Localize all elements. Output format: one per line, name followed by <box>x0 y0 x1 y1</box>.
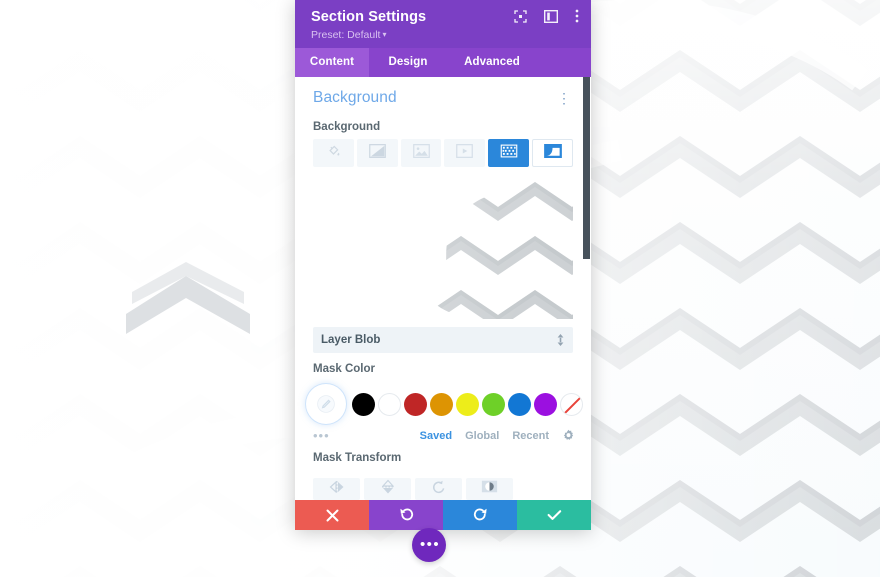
swatch-purple[interactable] <box>534 392 557 416</box>
chevron-blob-left <box>126 262 250 334</box>
tab-advanced[interactable]: Advanced <box>447 48 537 77</box>
palette-toolbar: ••• Saved Global Recent <box>295 421 591 442</box>
more-colors-icon[interactable]: ••• <box>313 429 330 442</box>
gear-icon[interactable] <box>562 429 575 442</box>
eyedropper-icon <box>317 395 335 413</box>
background-color-button[interactable] <box>313 139 354 167</box>
mask-shape-select-row: Layer Blob <box>313 327 573 353</box>
tab-content[interactable]: Content <box>295 48 369 77</box>
redo-icon <box>473 508 487 521</box>
mask-shape-value: Layer Blob <box>321 334 381 346</box>
background-color-icon <box>326 143 341 163</box>
background-pattern-button[interactable] <box>488 139 530 167</box>
palette-tab-saved[interactable]: Saved <box>420 430 452 442</box>
modal-body: Background ⋮ Background Layer Blob Mask … <box>295 77 591 500</box>
mask-preview-graphic <box>313 179 573 319</box>
undo-button[interactable] <box>369 500 443 530</box>
redo-button[interactable] <box>443 500 517 530</box>
swatch-none[interactable] <box>560 392 583 416</box>
background-video-button[interactable] <box>444 139 486 167</box>
swatch-red[interactable] <box>404 392 427 416</box>
save-button[interactable] <box>517 500 591 530</box>
color-picker-eyedropper-button[interactable] <box>309 387 343 421</box>
swatch-white[interactable] <box>378 392 401 416</box>
section-title: Background <box>313 89 397 106</box>
modal-header: Section Settings Preset: Default ▾ <box>295 0 591 48</box>
flip-horizontal-icon <box>329 480 345 498</box>
modal-footer <box>295 500 591 530</box>
background-type-row <box>295 139 591 167</box>
header-icon-group <box>514 9 579 23</box>
section-settings-modal: Section Settings Preset: Default ▾ Conte… <box>295 0 591 530</box>
modal-tabs: Content Design Advanced <box>295 48 591 77</box>
mask-transform-row <box>295 470 591 500</box>
background-gradient-button[interactable] <box>356 139 398 167</box>
tab-design[interactable]: Design <box>369 48 447 77</box>
settings-scroll-area: Background ⋮ Background Layer Blob Mask … <box>295 77 591 500</box>
ellipsis-icon: ••• <box>420 536 440 553</box>
page-root: Section Settings Preset: Default ▾ Conte… <box>0 0 880 577</box>
invert-icon <box>481 480 498 498</box>
chevron-down-icon: ▾ <box>382 30 387 40</box>
flip-vertical-icon <box>381 479 394 500</box>
mask-shape-select[interactable]: Layer Blob <box>313 327 573 353</box>
mask-preview <box>313 179 573 319</box>
layout-panel-icon[interactable] <box>543 9 559 23</box>
background-pattern-icon <box>499 143 518 163</box>
preset-selector[interactable]: Preset: Default ▾ <box>311 28 575 42</box>
floating-settings-button[interactable]: ••• <box>412 528 446 562</box>
preset-label: Preset: Default <box>311 29 381 41</box>
kebab-menu-icon[interactable] <box>575 9 579 23</box>
background-gradient-icon <box>368 143 386 163</box>
swatch-green[interactable] <box>482 392 505 416</box>
mask-color-label: Mask Color <box>313 363 375 375</box>
palette-tab-global[interactable]: Global <box>465 430 499 442</box>
swatch-yellow[interactable] <box>456 392 479 416</box>
rotate-button[interactable] <box>415 478 462 500</box>
undo-icon <box>399 508 413 521</box>
swatch-black[interactable] <box>352 392 375 416</box>
check-icon <box>547 510 561 520</box>
background-section-header: Background ⋮ <box>295 77 591 111</box>
panel-scrollbar-thumb[interactable] <box>583 77 590 259</box>
swatch-orange[interactable] <box>430 392 453 416</box>
fullscreen-icon[interactable] <box>514 9 527 23</box>
flip-vertical-button[interactable] <box>364 478 411 500</box>
background-mask-icon <box>543 143 562 163</box>
palette-tab-recent[interactable]: Recent <box>512 430 549 442</box>
panel-scrollbar-track[interactable] <box>583 77 590 500</box>
background-video-icon <box>456 143 474 163</box>
mask-color-swatches <box>295 381 591 421</box>
select-stepper-icon <box>556 334 565 347</box>
background-field-label: Background <box>313 121 381 133</box>
background-image-button[interactable] <box>400 139 442 167</box>
invert-button[interactable] <box>466 478 513 500</box>
background-image-icon <box>412 143 430 163</box>
mask-transform-label: Mask Transform <box>313 452 402 464</box>
cancel-button[interactable] <box>295 500 369 530</box>
close-icon <box>326 509 338 521</box>
flip-horizontal-button[interactable] <box>313 478 360 500</box>
palette-tab-group: Saved Global Recent <box>420 429 575 442</box>
section-kebab-icon[interactable]: ⋮ <box>553 91 575 105</box>
rotate-icon <box>432 480 446 499</box>
background-mask-button[interactable] <box>532 139 573 167</box>
swatch-blue[interactable] <box>508 392 531 416</box>
